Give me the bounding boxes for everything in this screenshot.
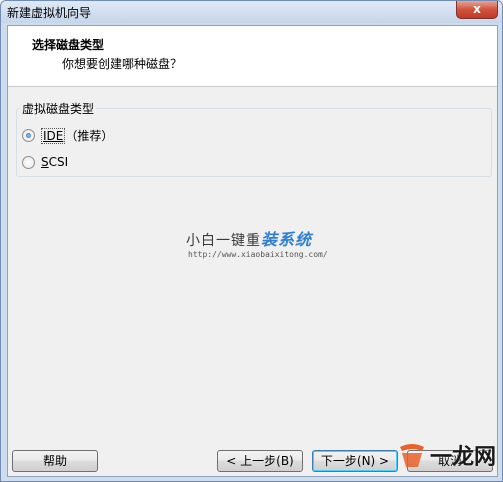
watermark-text-1: 小白一键重	[186, 233, 261, 249]
radio-ide-label[interactable]: IDE （推荐）	[41, 127, 113, 144]
next-button[interactable]: 下一步(N) >	[312, 450, 398, 472]
ide-recommended-text: （推荐）	[65, 129, 114, 143]
scsi-text-rest: CSI	[48, 155, 69, 169]
header-band: 选择磁盘类型 你想要创建哪种磁盘？	[8, 26, 497, 87]
back-button[interactable]: < 上一步(B)	[217, 450, 303, 472]
wizard-content: 选择磁盘类型 你想要创建哪种磁盘？ 虚拟磁盘类型 IDE （推荐） SCSI 小白…	[7, 25, 498, 477]
ide-text: IDE	[41, 128, 66, 144]
window-title: 新建虚拟机向导	[7, 6, 92, 20]
watermark-text-2: 装系统	[261, 230, 313, 249]
watermark-url: http://www.xiaobaixitong.com/	[188, 250, 328, 259]
radio-scsi-label[interactable]: SCSI	[41, 155, 68, 169]
scsi-mnemonic: S	[41, 155, 49, 169]
disk-type-legend: 虚拟磁盘类型	[20, 100, 97, 117]
wizard-window: 新建虚拟机向导 x 选择磁盘类型 你想要创建哪种磁盘？ 虚拟磁盘类型 IDE （推…	[0, 0, 503, 482]
help-button[interactable]: 帮助	[12, 450, 98, 472]
corner-watermark-text: 一龙网	[430, 444, 497, 470]
corner-logo-icon	[396, 439, 428, 471]
page-title: 选择磁盘类型	[32, 38, 105, 52]
radio-scsi[interactable]	[22, 155, 35, 169]
title-bar[interactable]: 新建虚拟机向导 x	[1, 1, 502, 23]
page-subtitle: 你想要创建哪种磁盘？	[62, 57, 183, 71]
radio-ide[interactable]	[22, 129, 35, 142]
close-button[interactable]: x	[456, 1, 498, 19]
radio-option-ide[interactable]: IDE （推荐）	[22, 127, 113, 144]
center-watermark: 小白一键重 装系统 http://www.xiaobaixitong.com/	[186, 226, 336, 266]
close-icon: x	[473, 2, 481, 16]
radio-option-scsi[interactable]: SCSI	[22, 155, 68, 169]
corner-watermark: 一龙网	[396, 435, 496, 475]
